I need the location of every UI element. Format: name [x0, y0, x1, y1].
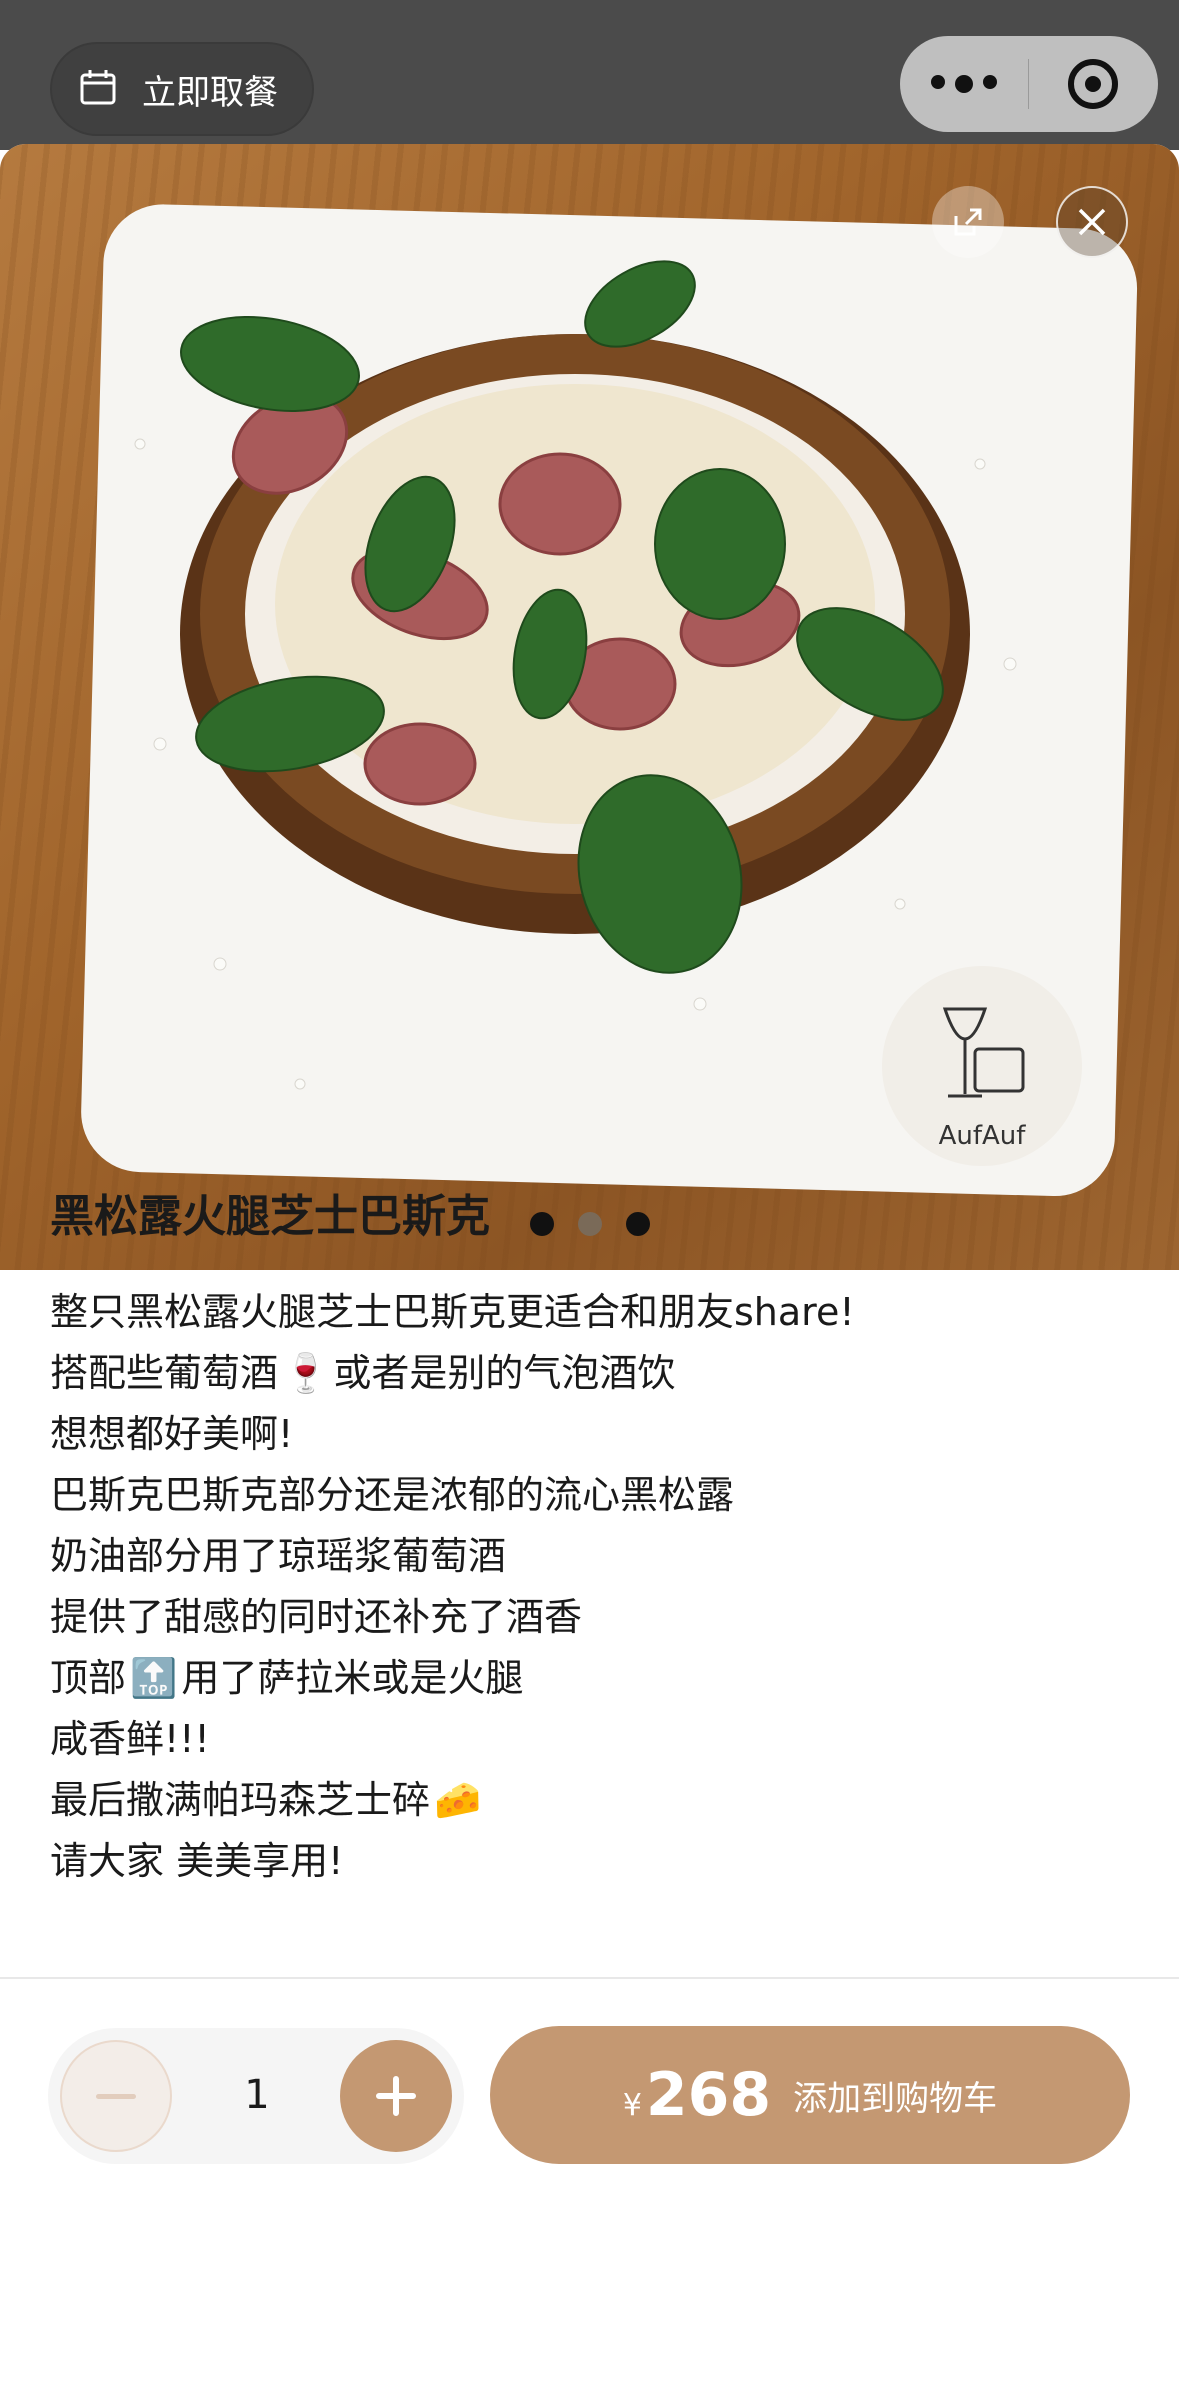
- desc-line: 提供了甜感的同时还补充了酒香: [50, 1595, 583, 1639]
- add-to-cart-button[interactable]: ¥268 添加到购物车: [490, 2026, 1130, 2164]
- desc-line: 最后撒满帕玛森芝士碎 🧀: [50, 1770, 1130, 1831]
- pager-dot[interactable]: [529, 1212, 554, 1236]
- pager-dot[interactable]: [625, 1212, 650, 1236]
- increase-quantity-button[interactable]: [340, 2040, 452, 2152]
- desc-line: 咸香鲜!!!: [50, 1717, 210, 1761]
- logo-text: AufAuf: [939, 1121, 1027, 1151]
- miniprogram-capsule: [900, 36, 1158, 132]
- decrease-quantity-button[interactable]: [60, 2040, 172, 2152]
- pager-dot[interactable]: [577, 1212, 602, 1236]
- more-dots-icon[interactable]: [900, 36, 1028, 132]
- price: ¥268: [622, 2060, 772, 2130]
- minus-icon: [96, 2093, 136, 2099]
- pickup-now-button[interactable]: 立即取餐: [50, 42, 314, 136]
- cheese-emoji-icon: 🧀: [434, 1778, 482, 1822]
- product-title: 黑松露火腿芝士巴斯克: [50, 1191, 490, 1242]
- divider: [0, 1977, 1179, 1979]
- add-to-cart-label: 添加到购物车: [793, 2078, 998, 2119]
- quantity-value: 1: [244, 2072, 270, 2118]
- desc-line: 顶部 🔝 用了萨拉米或是火腿: [50, 1648, 1130, 1709]
- pickup-now-label: 立即取餐: [142, 72, 278, 113]
- desc-line: 搭配些葡萄酒 🍷 或者是别的气泡酒饮: [50, 1343, 1130, 1404]
- product-photo-illustration: AufAuf: [81, 204, 1138, 1197]
- desc-line: 巴斯克巴斯克部分还是浓郁的流心黑松露: [50, 1473, 735, 1517]
- product-photo[interactable]: AufAuf: [0, 144, 1179, 1270]
- desc-line: 想想都好美啊!: [50, 1412, 294, 1456]
- top-arrow-emoji-icon: 🔝: [130, 1656, 178, 1700]
- desc-line: 请大家 美美享用!: [50, 1839, 344, 1883]
- desc-line: 奶油部分用了琼瑶浆葡萄酒: [50, 1534, 507, 1578]
- quantity-stepper: 1: [48, 2028, 464, 2164]
- close-icon[interactable]: [1056, 186, 1128, 258]
- product-description: 整只黑松露火腿芝士巴斯克更适合和朋友share! 搭配些葡萄酒 🍷 或者是别的气泡酒…: [50, 1282, 1130, 1892]
- plus-icon: [376, 2076, 416, 2116]
- wine-emoji-icon: 🍷: [282, 1351, 330, 1395]
- desc-line: 整只黑松露火腿芝士巴斯克更适合和朋友share!: [50, 1290, 855, 1334]
- share-external-icon[interactable]: [932, 186, 1004, 258]
- target-circle-icon[interactable]: [1029, 36, 1157, 132]
- calendar-icon: [78, 67, 118, 111]
